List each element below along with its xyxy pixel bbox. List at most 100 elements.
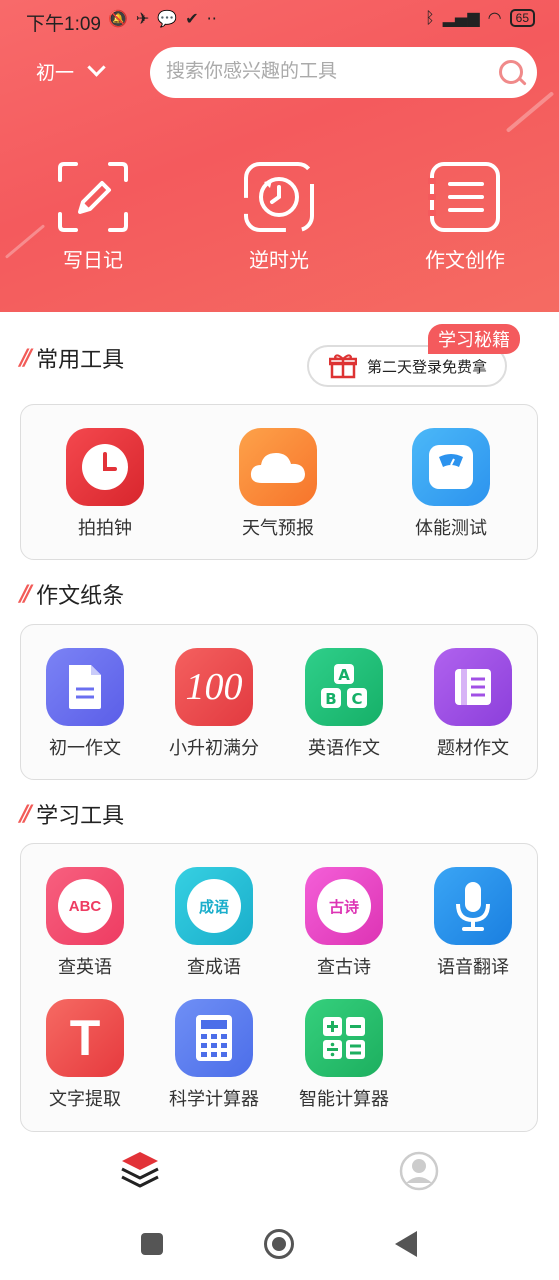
tool-voice-translate[interactable]: 语音翻译 bbox=[418, 867, 528, 979]
tool-label: 查英语 bbox=[58, 957, 112, 978]
profile-icon bbox=[399, 1151, 439, 1191]
tool-poem-lookup[interactable]: 古诗 查古诗 bbox=[289, 867, 399, 979]
search-bar[interactable] bbox=[150, 47, 537, 98]
bluetooth-icon: ᛒ bbox=[425, 8, 435, 27]
math-ops-icon bbox=[305, 999, 383, 1077]
clock-icon bbox=[66, 428, 144, 506]
hero-banner: 下午1:09 🔕 ✈ 💬 ✔ ·· ᛒ ▂▄▆ ◠ 65 初一 搜索你感兴趣的工… bbox=[0, 0, 559, 312]
hero-item-time-reverse[interactable]: 逆时光 bbox=[219, 160, 339, 273]
section-title-common: // 常用工具 bbox=[20, 342, 124, 374]
abc-search-icon: ABC bbox=[46, 867, 124, 945]
tool-full-score[interactable]: 100 小升初满分 bbox=[159, 648, 269, 760]
tool-label: 题材作文 bbox=[437, 738, 509, 759]
poem-search-icon-text: 古诗 bbox=[328, 897, 359, 916]
tool-label: 拍拍钟 bbox=[78, 518, 132, 539]
tool-label: 初一作文 bbox=[49, 738, 121, 759]
svg-text:C: C bbox=[351, 690, 362, 708]
tool-label: 语音翻译 bbox=[437, 957, 509, 978]
idiom-search-icon: 成语 bbox=[175, 867, 253, 945]
back-icon[interactable] bbox=[395, 1231, 417, 1257]
telegram-icon: ✈ bbox=[135, 9, 150, 28]
idiom-search-icon-text: 成语 bbox=[198, 897, 229, 916]
section-title-study: // 学习工具 bbox=[20, 798, 124, 830]
tool-label: 体能测试 bbox=[415, 518, 487, 539]
hero-item-diary[interactable]: 写日记 bbox=[33, 160, 153, 273]
hero-item-label: 逆时光 bbox=[249, 248, 309, 272]
tool-text-extract[interactable]: T 文字提取 bbox=[30, 999, 140, 1111]
slash-decoration: // bbox=[20, 801, 32, 827]
system-navigation-bar bbox=[0, 1212, 559, 1280]
check-icon: ✔ bbox=[185, 9, 199, 28]
study-tools-card: ABC 查英语 成语 查成语 古诗 查古诗 语音翻译 T 文字提取 科学计算器 … bbox=[20, 843, 538, 1132]
svg-text:A: A bbox=[338, 666, 350, 684]
text-t-icon: T bbox=[46, 999, 124, 1077]
search-input[interactable] bbox=[166, 60, 486, 82]
tool-label: 查古诗 bbox=[317, 957, 371, 978]
tool-grade7-essay[interactable]: 初一作文 bbox=[30, 648, 140, 760]
tool-idiom-lookup[interactable]: 成语 查成语 bbox=[159, 867, 269, 979]
section-title-essay: // 作文纸条 bbox=[20, 578, 124, 610]
tool-label: 科学计算器 bbox=[169, 1089, 259, 1110]
tool-topic-essay[interactable]: 题材作文 bbox=[418, 648, 528, 760]
svg-text:B: B bbox=[325, 690, 336, 708]
tool-label: 智能计算器 bbox=[299, 1089, 389, 1110]
promo-button-label: 第二天登录免费拿 bbox=[367, 357, 488, 376]
tool-label: 小升初满分 bbox=[169, 738, 259, 759]
chevron-down-icon bbox=[87, 58, 106, 77]
section-title-text: 学习工具 bbox=[36, 804, 125, 829]
home-icon[interactable] bbox=[264, 1229, 294, 1259]
layers-icon bbox=[121, 1152, 159, 1188]
gift-icon bbox=[329, 354, 357, 379]
grade-label: 初一 bbox=[36, 62, 75, 84]
tool-english-lookup[interactable]: ABC 查英语 bbox=[30, 867, 140, 979]
mute-icon: 🔕 bbox=[108, 9, 128, 28]
search-icon[interactable] bbox=[499, 60, 523, 84]
tool-clock[interactable]: 拍拍钟 bbox=[50, 428, 160, 540]
slash-decoration: // bbox=[20, 581, 32, 607]
grade-selector[interactable]: 初一 bbox=[36, 58, 106, 85]
hundred-icon: 100 bbox=[175, 648, 253, 726]
tool-english-essay[interactable]: A B C 英语作文 bbox=[289, 648, 399, 760]
rewind-clock-icon bbox=[242, 160, 316, 234]
calculator-icon bbox=[175, 999, 253, 1077]
signal-icon: ▂▄▆ bbox=[442, 8, 480, 27]
abc-search-icon-text: ABC bbox=[68, 897, 102, 915]
tool-fitness[interactable]: 体能测试 bbox=[396, 428, 506, 540]
hero-item-essay-create[interactable]: 作文创作 bbox=[405, 160, 525, 273]
tool-label: 查成语 bbox=[187, 957, 241, 978]
abc-blocks-icon: A B C bbox=[305, 648, 383, 726]
document-icon bbox=[46, 648, 124, 726]
recent-apps-icon[interactable] bbox=[141, 1233, 163, 1255]
list-doc-icon bbox=[428, 160, 502, 234]
promo-badge: 学习秘籍 bbox=[428, 324, 520, 354]
battery-icon: 65 bbox=[509, 8, 535, 27]
nav-tools-tab[interactable] bbox=[118, 1148, 162, 1196]
wifi-icon: ◠ bbox=[487, 8, 502, 27]
scale-icon bbox=[412, 428, 490, 506]
tool-label: 文字提取 bbox=[49, 1089, 121, 1110]
book-icon bbox=[434, 648, 512, 726]
nav-profile-tab[interactable] bbox=[399, 1151, 439, 1195]
text-t-icon-text: T bbox=[69, 1010, 101, 1066]
chat-icon: 💬 bbox=[157, 9, 178, 28]
hero-item-label: 写日记 bbox=[63, 248, 123, 272]
tool-scientific-calculator[interactable]: 科学计算器 bbox=[159, 999, 269, 1111]
tool-weather[interactable]: 天气预报 bbox=[223, 428, 333, 540]
microphone-icon bbox=[434, 867, 512, 945]
common-tools-card: 拍拍钟 天气预报 体能测试 bbox=[20, 404, 538, 560]
status-bar: 下午1:09 🔕 ✈ 💬 ✔ ·· ᛒ ▂▄▆ ◠ 65 bbox=[0, 0, 559, 42]
tool-label: 天气预报 bbox=[242, 518, 314, 539]
bottom-navigation bbox=[0, 1140, 559, 1204]
tool-smart-calculator[interactable]: 智能计算器 bbox=[289, 999, 399, 1111]
poem-search-icon: 古诗 bbox=[305, 867, 383, 945]
cloud-icon bbox=[239, 428, 317, 506]
more-dots-icon: ·· bbox=[206, 9, 217, 28]
hundred-icon-text: 100 bbox=[185, 666, 243, 708]
pencil-icon bbox=[56, 160, 130, 234]
section-title-text: 常用工具 bbox=[36, 348, 125, 373]
tool-label: 英语作文 bbox=[308, 738, 380, 759]
status-time: 下午1:09 bbox=[26, 14, 101, 35]
slash-decoration: // bbox=[20, 345, 32, 371]
section-title-text: 作文纸条 bbox=[36, 584, 125, 609]
essay-tools-card: 初一作文 100 小升初满分 A B C 英语作文 题材作文 bbox=[20, 624, 538, 780]
